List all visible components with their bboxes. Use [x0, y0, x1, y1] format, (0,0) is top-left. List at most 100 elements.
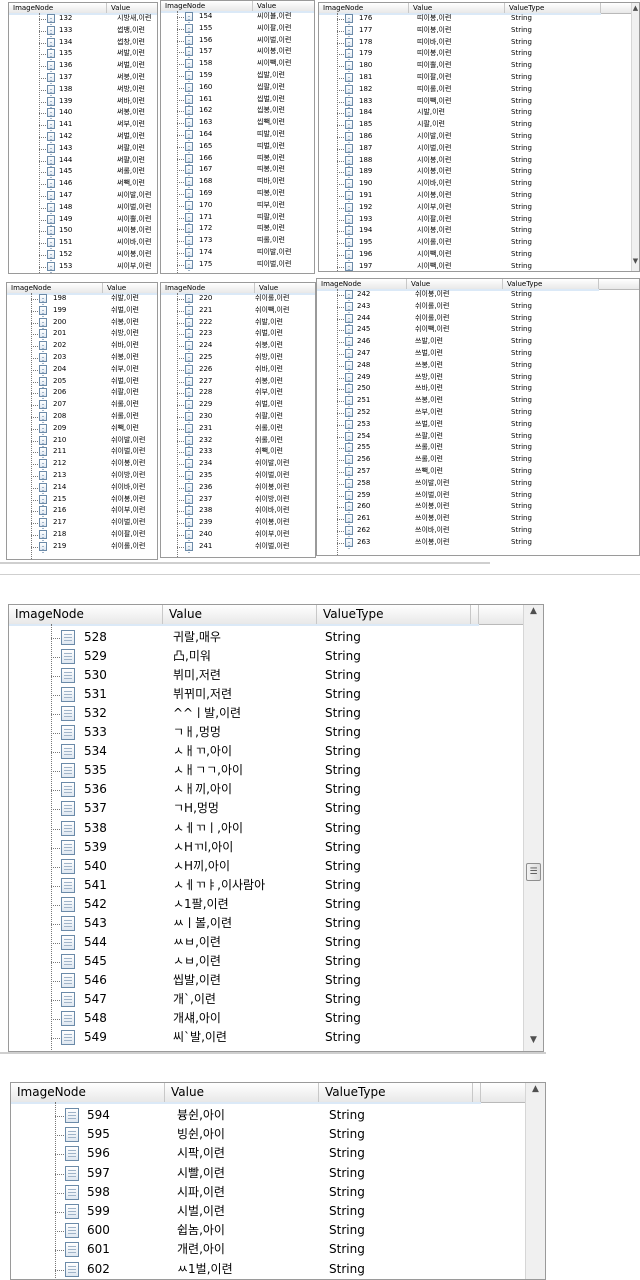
- list-item[interactable]: 222 쉬발,이련: [161, 317, 315, 329]
- list-item[interactable]: 217 쉬이벌,이련: [7, 517, 157, 529]
- column-header-node[interactable]: ImageNode: [11, 1083, 165, 1102]
- list-item[interactable]: 534 ㅅㅐㄲ,아이 String: [9, 742, 543, 761]
- list-item[interactable]: 156 씨이벌,이련: [161, 35, 314, 47]
- list-item[interactable]: 219 쉬이롤,이련: [7, 541, 157, 553]
- list-item[interactable]: 189 시이봉,이련 String: [319, 166, 639, 178]
- list-item[interactable]: 208 쉬롤,이련: [7, 411, 157, 423]
- list-item[interactable]: 157 씨이봉,이련: [161, 46, 314, 58]
- list-item[interactable]: 224 쉬붕,이련: [161, 340, 315, 352]
- column-header-value[interactable]: Value: [407, 279, 503, 289]
- list-item[interactable]: 190 시이바,이련 String: [319, 178, 639, 190]
- list-item[interactable]: 148 씨이벌,이련: [9, 202, 157, 214]
- list-item[interactable]: 164 띠발,이련: [161, 129, 314, 141]
- list-item[interactable]: 200 쉬봉,이련: [7, 317, 157, 329]
- list-item[interactable]: 151 씨이바,이련: [9, 237, 157, 249]
- list-item[interactable]: 601 개련,아이 String: [11, 1240, 545, 1259]
- list-item[interactable]: 547 개`,이련 String: [9, 990, 543, 1009]
- list-item[interactable]: 140 써봉,이련: [9, 107, 157, 119]
- list-item[interactable]: 170 띠부,이련: [161, 200, 314, 212]
- list-item[interactable]: 197 시이빽,이련 String: [319, 261, 639, 271]
- list-item[interactable]: 528 귀랄,매우 String: [9, 628, 543, 647]
- column-header-value[interactable]: Value: [165, 1083, 319, 1102]
- list-item[interactable]: 257 쓰빽,이련 String: [317, 466, 639, 478]
- list-item[interactable]: 175 띠이벌,이련: [161, 259, 314, 271]
- column-header-value[interactable]: Value: [107, 3, 157, 13]
- column-header-node[interactable]: ImageNode: [161, 1, 253, 11]
- scroll-down-icon[interactable]: ▼: [524, 1036, 543, 1045]
- list-item[interactable]: 155 씨이팔,이련: [161, 23, 314, 35]
- column-header-value[interactable]: Value: [163, 605, 317, 624]
- list-item[interactable]: 540 ㅅH끼,아이 String: [9, 857, 543, 876]
- list-item[interactable]: 176 띠이봉,이련 String: [319, 13, 639, 25]
- list-item[interactable]: 218 쉬이팔,이련: [7, 529, 157, 541]
- list-item[interactable]: 242 쉬이봉,이련 String: [317, 289, 639, 301]
- list-item[interactable]: 183 띠이빽,이련 String: [319, 96, 639, 108]
- scroll-down-icon[interactable]: ▼: [632, 258, 639, 265]
- list-item[interactable]: 141 써부,이련: [9, 119, 157, 131]
- list-item[interactable]: 537 ㄱH,멍멍 String: [9, 799, 543, 818]
- list-item[interactable]: 158 씨이빽,이련: [161, 58, 314, 70]
- list-item[interactable]: 142 써벌,이련: [9, 131, 157, 143]
- list-item[interactable]: 237 쉬이방,이련: [161, 494, 315, 506]
- list-item[interactable]: 532 ^^ㅣ발,이련 String: [9, 704, 543, 723]
- column-header-value[interactable]: Value: [103, 283, 157, 293]
- list-item[interactable]: 240 쉬이부,이련: [161, 529, 315, 541]
- list-item[interactable]: 249 쓰방,이련 String: [317, 372, 639, 384]
- list-item[interactable]: 259 쓰이벌,이련 String: [317, 490, 639, 502]
- list-item[interactable]: 186 시이발,이련 String: [319, 131, 639, 143]
- scroll-up-icon[interactable]: ▲: [526, 1085, 545, 1094]
- list-item[interactable]: 172 띠봉,이련: [161, 223, 314, 235]
- list-item[interactable]: 256 쓰롤,이련 String: [317, 454, 639, 466]
- list-item[interactable]: 199 쉬벌,이련: [7, 305, 157, 317]
- list-item[interactable]: 150 씨이봉,이련: [9, 225, 157, 237]
- list-item[interactable]: 185 시팔,이련 String: [319, 119, 639, 131]
- list-item[interactable]: 542 ㅅ1팔,이련 String: [9, 895, 543, 914]
- list-item[interactable]: 262 쓰이바,이련 String: [317, 525, 639, 537]
- list-item[interactable]: 261 쓰이봉,이련 String: [317, 513, 639, 525]
- list-item[interactable]: 231 쉬롤,이련: [161, 423, 315, 435]
- list-item[interactable]: 211 쉬이벌,이련: [7, 446, 157, 458]
- list-item[interactable]: 221 쉬이빽,이련: [161, 305, 315, 317]
- list-item[interactable]: 543 ㅆㅣ볼,이련 String: [9, 914, 543, 933]
- column-header-value[interactable]: Value: [409, 3, 505, 13]
- list-item[interactable]: 243 쉬이롤,이련 String: [317, 301, 639, 313]
- column-header-node[interactable]: ImageNode: [9, 3, 107, 13]
- column-header-node[interactable]: ImageNode: [161, 283, 255, 293]
- list-item[interactable]: 544 ㅆㅂ,이련 String: [9, 933, 543, 952]
- list-item[interactable]: 230 쉬팔,이련: [161, 411, 315, 423]
- list-item[interactable]: 210 쉬이발,이련: [7, 435, 157, 447]
- list-item[interactable]: 165 띠벌,이련: [161, 141, 314, 153]
- vertical-scrollbar[interactable]: ▲: [525, 1083, 545, 1279]
- scroll-up-icon[interactable]: ▲: [524, 607, 543, 616]
- list-item[interactable]: 139 써바,이련: [9, 96, 157, 108]
- list-item[interactable]: 232 쉬롤,이련: [161, 435, 315, 447]
- list-item[interactable]: 147 씨이발,이련: [9, 190, 157, 202]
- list-item[interactable]: 546 씹발,이련 String: [9, 971, 543, 990]
- list-item[interactable]: 536 ㅅㅐ끼,아이 String: [9, 780, 543, 799]
- list-item[interactable]: 545 ㅅㅂ,이련 String: [9, 952, 543, 971]
- list-item[interactable]: 533 ㄱㅐ,멍멍 String: [9, 723, 543, 742]
- column-header-type[interactable]: ValueType: [505, 3, 601, 13]
- list-item[interactable]: 179 띠이봉,이련 String: [319, 48, 639, 60]
- list-item[interactable]: 241 쉬이벌,이련: [161, 541, 315, 553]
- list-item[interactable]: 188 시이봉,이련 String: [319, 155, 639, 167]
- list-item[interactable]: 167 띠봉,이련: [161, 164, 314, 176]
- list-item[interactable]: 255 쓰롤,이련 String: [317, 442, 639, 454]
- list-item[interactable]: 162 씹봉,이련: [161, 105, 314, 117]
- list-item[interactable]: 137 써붕,이련: [9, 72, 157, 84]
- list-item[interactable]: 238 쉬이바,이련: [161, 505, 315, 517]
- list-item[interactable]: 212 쉬이봉,이련: [7, 458, 157, 470]
- scroll-up-icon[interactable]: ▲: [632, 5, 639, 12]
- column-header-filler[interactable]: [471, 605, 479, 624]
- list-item[interactable]: 178 띠이바,이련 String: [319, 37, 639, 49]
- list-item[interactable]: 597 시빨,이련 String: [11, 1164, 545, 1183]
- list-item[interactable]: 595 빙쉰,아이 String: [11, 1125, 545, 1144]
- list-item[interactable]: 187 시이벌,이련 String: [319, 143, 639, 155]
- list-item[interactable]: 223 쉬벌,이련: [161, 328, 315, 340]
- list-item[interactable]: 226 쉬바,이련: [161, 364, 315, 376]
- list-item[interactable]: 548 개섀,아이 String: [9, 1009, 543, 1028]
- list-item[interactable]: 177 띠이봉,이련 String: [319, 25, 639, 37]
- list-item[interactable]: 207 쉬롤,이련: [7, 399, 157, 411]
- list-item[interactable]: 600 쉽놈,아이 String: [11, 1221, 545, 1240]
- list-item[interactable]: 195 시이롤,이련 String: [319, 237, 639, 249]
